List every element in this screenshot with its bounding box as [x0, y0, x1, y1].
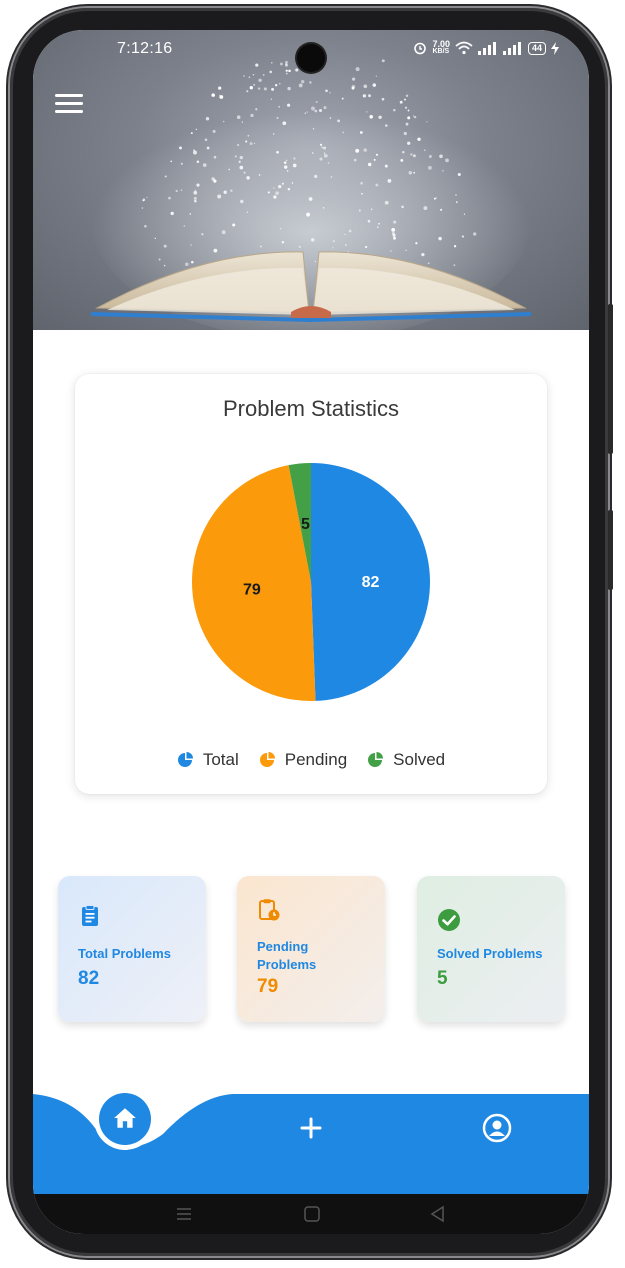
solved-problems-label: Solved Problems	[437, 946, 543, 961]
volume-button	[608, 304, 613, 454]
pie-label-pending: 79	[243, 582, 261, 599]
home-icon	[114, 1108, 136, 1128]
status-icons: 7.00 KB/S 44	[413, 40, 559, 56]
pie-chart: 82 79 5	[192, 463, 430, 701]
legend-item-pending: Pending	[259, 750, 347, 770]
chart-legend: Total Pending Solved	[75, 750, 547, 770]
clipboard-clock-icon	[259, 899, 280, 921]
pending-problems-label: Pending Problems	[257, 939, 317, 972]
statistics-card: Problem Statistics 82 79 5 Total Pending Sol…	[75, 374, 547, 794]
add-button[interactable]	[297, 1114, 325, 1142]
signal-icon-1	[477, 41, 496, 55]
recents-icon[interactable]	[175, 1206, 193, 1222]
battery-icon: 44	[527, 41, 546, 55]
home-button[interactable]	[99, 1093, 151, 1145]
clipboard-list-icon	[82, 905, 98, 926]
total-problems-value: 82	[78, 968, 100, 989]
pending-problems-value: 79	[257, 976, 279, 997]
alarm-icon	[414, 42, 427, 55]
hamburger-menu-icon[interactable]	[55, 94, 83, 116]
net-speed: 7.00 KB/S	[432, 39, 450, 56]
bottom-navigation	[33, 1084, 589, 1194]
status-bar: 7:12:16 7.00 KB/S 44	[33, 30, 589, 72]
back-icon[interactable]	[429, 1205, 447, 1223]
system-navigation-bar	[33, 1194, 589, 1234]
power-button	[608, 510, 613, 590]
open-book-image	[91, 58, 531, 330]
system-home-icon[interactable]	[303, 1205, 321, 1223]
legend-label: Total	[202, 750, 239, 769]
pie-chart-icon	[259, 752, 275, 767]
pending-problems-card[interactable]: Pending Problems 79	[237, 876, 385, 1022]
total-problems-label: Total Problems	[78, 946, 171, 961]
account-circle-icon	[482, 1113, 512, 1143]
plus-icon	[300, 1117, 322, 1139]
wifi-icon	[455, 41, 473, 55]
app-screen: 7:12:16 7.00 KB/S 44 Problem Statistics …	[33, 30, 589, 1234]
solved-problems-value: 5	[437, 968, 448, 989]
total-problems-card[interactable]: Total Problems 82	[58, 876, 206, 1022]
status-time: 7:12:16	[117, 40, 173, 57]
header-banner: 7:12:16 7.00 KB/S 44	[33, 30, 589, 330]
legend-item-total: Total	[177, 750, 239, 770]
chart-title: Problem Statistics	[222, 396, 400, 421]
signal-icon-2	[502, 41, 521, 55]
legend-label: Pending	[284, 750, 348, 769]
front-camera	[297, 44, 325, 72]
pie-chart-icon	[177, 752, 193, 767]
profile-button[interactable]	[481, 1112, 513, 1144]
legend-item-solved: Solved	[367, 750, 445, 770]
check-circle-icon	[438, 909, 460, 931]
legend-label: Solved	[393, 750, 446, 769]
pie-label-total: 82	[362, 574, 380, 591]
pie-chart-icon	[368, 752, 384, 767]
pie-label-solved: 5	[301, 516, 310, 533]
charging-icon	[551, 41, 559, 55]
solved-problems-card[interactable]: Solved Problems 5	[417, 876, 565, 1022]
